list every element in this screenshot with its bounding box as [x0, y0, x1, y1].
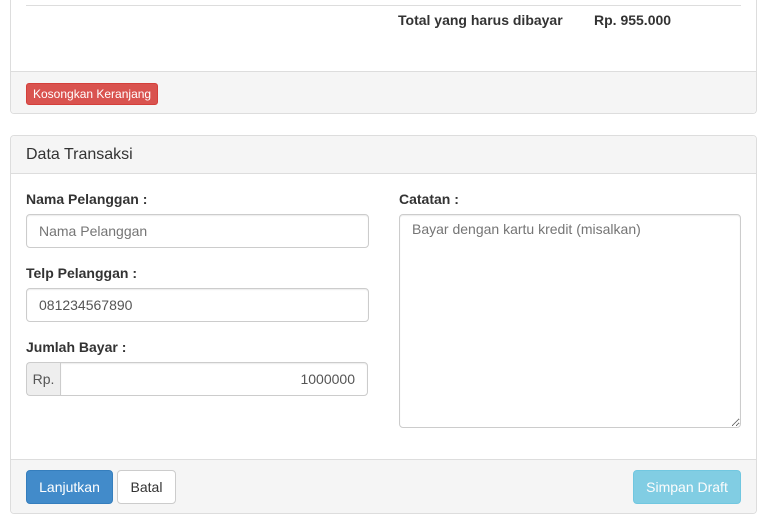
notes-label: Catatan : [399, 191, 459, 207]
cart-panel-footer: Kosongkan Keranjang [11, 71, 756, 113]
transaction-panel-heading: Data Transaksi [11, 136, 756, 174]
notes-textarea[interactable] [399, 214, 741, 428]
total-label: Total yang harus dibayar [398, 12, 563, 28]
save-draft-button[interactable]: Simpan Draft [633, 470, 741, 504]
payment-amount-input[interactable] [60, 362, 368, 396]
cart-table-divider [26, 5, 741, 6]
customer-name-input[interactable] [26, 214, 369, 248]
transaction-panel-footer: Lanjutkan Batal Simpan Draft [11, 459, 756, 513]
customer-phone-label: Telp Pelanggan : [26, 265, 137, 281]
transaction-panel: Data Transaksi Nama Pelanggan : Telp Pel… [10, 135, 757, 514]
continue-button[interactable]: Lanjutkan [26, 470, 113, 504]
customer-name-label: Nama Pelanggan : [26, 191, 148, 207]
currency-addon: Rp. [26, 362, 60, 396]
transaction-panel-title: Data Transaksi [26, 146, 133, 163]
empty-cart-button[interactable]: Kosongkan Keranjang [26, 83, 159, 105]
payment-amount-group: Rp. [26, 362, 368, 396]
total-value: Rp. 955.000 [594, 12, 672, 28]
cart-panel: Total yang harus dibayar Rp. 955.000 Kos… [10, 0, 757, 114]
payment-amount-label: Jumlah Bayar : [26, 339, 127, 355]
customer-phone-input[interactable] [26, 288, 369, 322]
cancel-button[interactable]: Batal [117, 470, 176, 504]
